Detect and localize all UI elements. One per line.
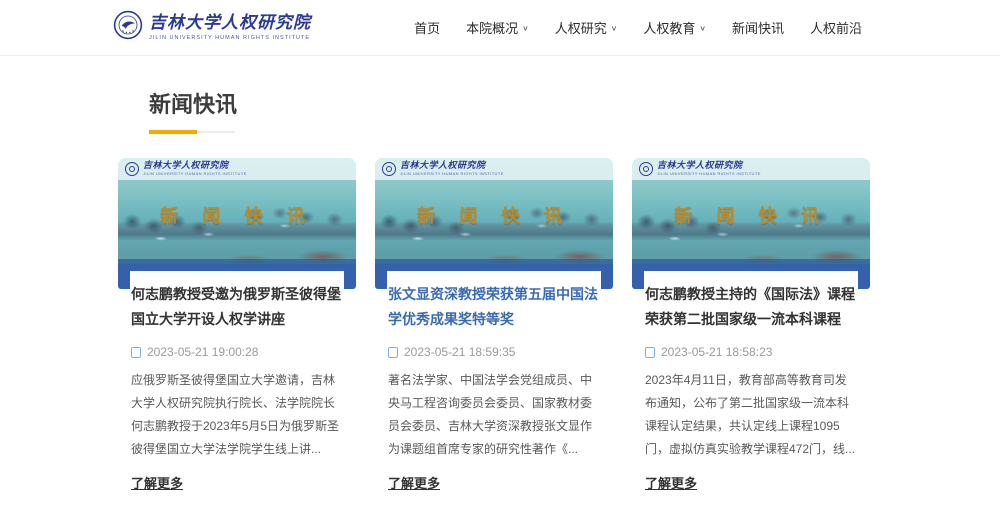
institute-emblem-icon	[639, 162, 653, 176]
news-card-list: 吉林大学人权研究院 JILIN UNIVERSITY HUMAN RIGHTS …	[118, 158, 870, 493]
chevron-down-icon: ∨	[522, 24, 529, 33]
image-brand-zh: 吉林大学人权研究院	[143, 162, 247, 171]
image-brand-band: 吉林大学人权研究院 JILIN UNIVERSITY HUMAN RIGHTS …	[375, 158, 613, 180]
news-title[interactable]: 何志鹏教授受邀为俄罗斯圣彼得堡国立大学开设人权学讲座	[131, 282, 343, 332]
main-nav: 首页 本院概况 ∨ 人权研究 ∨ 人权教育 ∨ 新闻快讯 人权前沿	[414, 18, 862, 37]
image-brand-en: JILIN UNIVERSITY HUMAN RIGHTS INSTITUTE	[143, 172, 247, 176]
date-row: 2023-05-21 18:59:35	[388, 345, 600, 359]
nav-item-research[interactable]: 人权研究 ∨	[555, 18, 618, 37]
nav-label: 人权教育	[643, 18, 695, 37]
news-card: 吉林大学人权研究院 JILIN UNIVERSITY HUMAN RIGHTS …	[118, 158, 356, 493]
date-row: 2023-05-21 19:00:28	[131, 345, 343, 359]
nav-item-home[interactable]: 首页	[414, 18, 440, 37]
nav-label: 本院概况	[466, 18, 518, 37]
news-card-image[interactable]: 吉林大学人权研究院 JILIN UNIVERSITY HUMAN RIGHTS …	[632, 158, 870, 264]
page-title: 新闻快讯	[149, 92, 870, 118]
news-date: 2023-05-21 18:59:35	[404, 345, 515, 359]
news-excerpt: 著名法学家、中国法学会党组成员、中央马工程咨询委员会委员、国家教材委员会委员、吉…	[388, 369, 600, 461]
calendar-icon	[645, 347, 655, 358]
page-header: 新闻快讯	[149, 92, 870, 134]
image-brand-band: 吉林大学人权研究院 JILIN UNIVERSITY HUMAN RIGHTS …	[632, 158, 870, 180]
main-content: 新闻快讯 吉林大学人权研究院 JILIN UNIVERSITY HUMAN RI…	[118, 56, 870, 493]
chevron-down-icon: ∨	[699, 24, 706, 33]
card-body: 何志鹏教授主持的《国际法》课程荣获第二批国家级一流本科课程 2023-05-21…	[644, 271, 858, 493]
nav-item-frontier[interactable]: 人权前沿	[810, 18, 862, 37]
news-title[interactable]: 何志鹏教授主持的《国际法》课程荣获第二批国家级一流本科课程	[645, 282, 857, 332]
nav-label: 首页	[414, 18, 440, 37]
news-card: 吉林大学人权研究院 JILIN UNIVERSITY HUMAN RIGHTS …	[375, 158, 613, 493]
institute-emblem-icon	[125, 162, 139, 176]
image-brand-en: JILIN UNIVERSITY HUMAN RIGHTS INSTITUTE	[400, 172, 504, 176]
calendar-icon	[131, 347, 141, 358]
nav-item-education[interactable]: 人权教育 ∨	[643, 18, 706, 37]
institute-emblem-icon	[382, 162, 396, 176]
image-overlay-text: 新 闻 快 讯	[632, 202, 870, 228]
calendar-icon	[388, 347, 398, 358]
news-card-image[interactable]: 吉林大学人权研究院 JILIN UNIVERSITY HUMAN RIGHTS …	[118, 158, 356, 264]
chevron-down-icon: ∨	[611, 24, 618, 33]
nav-label: 人权研究	[555, 18, 607, 37]
image-brand-zh: 吉林大学人权研究院	[657, 162, 761, 171]
card-body: 何志鹏教授受邀为俄罗斯圣彼得堡国立大学开设人权学讲座 2023-05-21 19…	[130, 271, 344, 493]
title-accent-rule	[149, 130, 235, 134]
image-brand-band: 吉林大学人权研究院 JILIN UNIVERSITY HUMAN RIGHTS …	[118, 158, 356, 180]
nav-label: 人权前沿	[810, 18, 862, 37]
image-brand-en: JILIN UNIVERSITY HUMAN RIGHTS INSTITUTE	[657, 172, 761, 176]
news-excerpt: 2023年4月11日，教育部高等教育司发布通知，公布了第二批国家级一流本科课程认…	[645, 369, 857, 461]
logo-title-en: JILIN UNIVERSITY HUMAN RIGHTS INSTITUTE	[149, 35, 310, 41]
read-more-link[interactable]: 了解更多	[131, 473, 183, 492]
institute-emblem-icon	[113, 10, 143, 45]
news-date: 2023-05-21 18:58:23	[661, 345, 772, 359]
news-date: 2023-05-21 19:00:28	[147, 345, 258, 359]
image-overlay-text: 新 闻 快 讯	[118, 202, 356, 228]
news-card-image[interactable]: 吉林大学人权研究院 JILIN UNIVERSITY HUMAN RIGHTS …	[375, 158, 613, 264]
nav-item-about[interactable]: 本院概况 ∨	[466, 18, 529, 37]
news-card: 吉林大学人权研究院 JILIN UNIVERSITY HUMAN RIGHTS …	[632, 158, 870, 493]
image-overlay-text: 新 闻 快 讯	[375, 202, 613, 228]
read-more-link[interactable]: 了解更多	[645, 473, 697, 492]
logo-title-zh: 吉林大学人权研究院	[149, 15, 324, 32]
nav-label: 新闻快讯	[732, 18, 784, 37]
card-body: 张文显资深教授荣获第五届中国法学优秀成果奖特等奖 2023-05-21 18:5…	[387, 271, 601, 493]
date-row: 2023-05-21 18:58:23	[645, 345, 857, 359]
image-brand-zh: 吉林大学人权研究院	[400, 162, 504, 171]
site-logo[interactable]: 吉林大学人权研究院 JILIN UNIVERSITY HUMAN RIGHTS …	[113, 10, 324, 45]
read-more-link[interactable]: 了解更多	[388, 473, 440, 492]
news-title[interactable]: 张文显资深教授荣获第五届中国法学优秀成果奖特等奖	[388, 282, 600, 332]
news-excerpt: 应俄罗斯圣彼得堡国立大学邀请，吉林大学人权研究院执行院长、法学院院长何志鹏教授于…	[131, 369, 343, 461]
nav-item-news[interactable]: 新闻快讯	[732, 18, 784, 37]
site-header: 吉林大学人权研究院 JILIN UNIVERSITY HUMAN RIGHTS …	[0, 0, 1000, 56]
